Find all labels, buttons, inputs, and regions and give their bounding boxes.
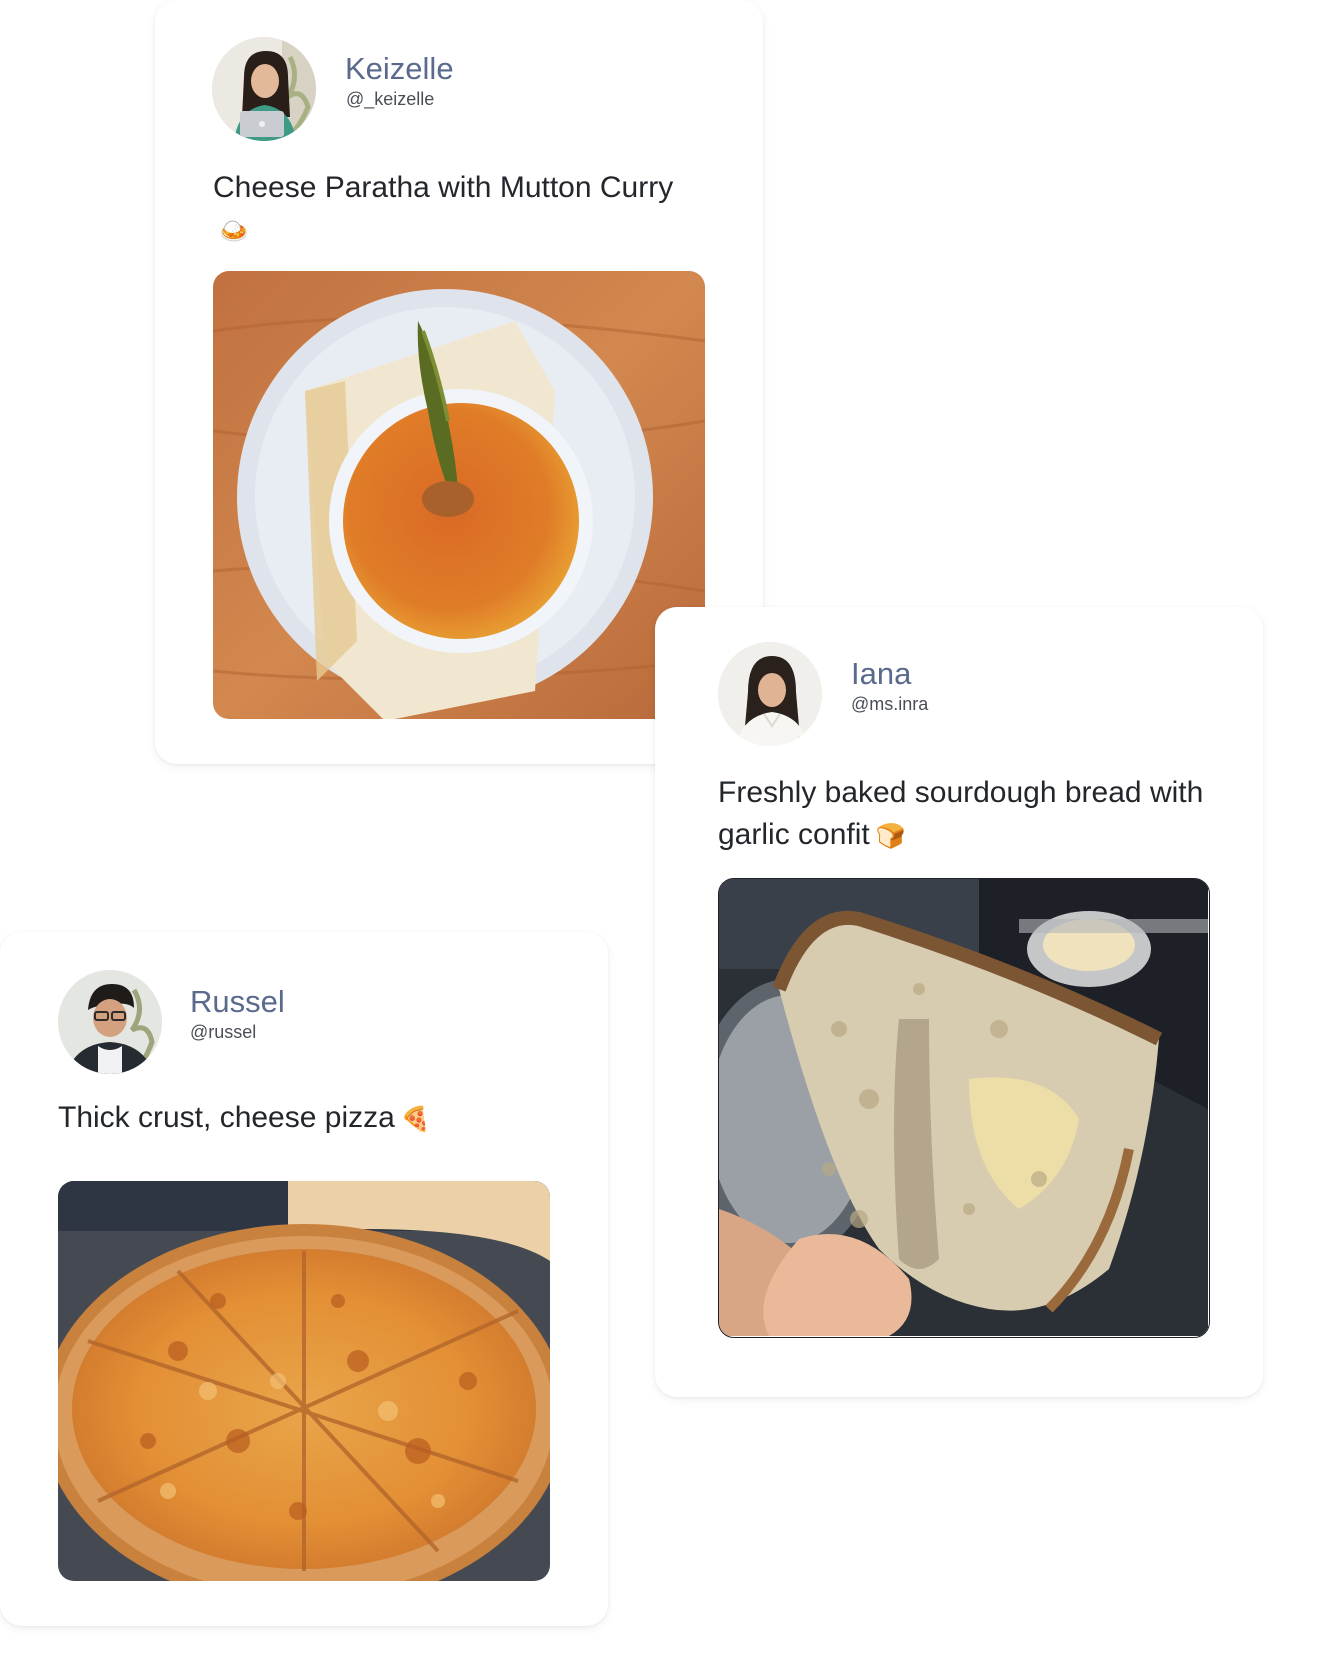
user-name[interactable]: Russel [190,986,285,1017]
post-caption-text: Freshly baked sourdough bread with garli… [718,776,1204,851]
user-handle[interactable]: @russel [190,1023,256,1041]
bread-photo-icon [719,879,1208,1336]
avatar-photo-icon [212,37,316,141]
post-caption: Freshly baked sourdough bread with garli… [718,772,1208,857]
pizza-emoji-icon: 🍕 [400,1105,431,1134]
pizza-photo-icon [58,1181,550,1581]
curry-emoji-icon: 🍛 [219,217,249,246]
post-photo[interactable] [58,1181,550,1581]
user-avatar[interactable] [58,970,162,1074]
post-caption: Cheese Paratha with Mutton Curry 🍛 [213,167,683,252]
user-avatar[interactable] [718,642,822,746]
post-photo[interactable] [718,878,1210,1338]
user-handle[interactable]: @_keizelle [346,90,434,108]
post-caption-text: Thick crust, cheese pizza [58,1101,395,1134]
post-card-russel[interactable]: Russel @russel Thick crust, cheese pizza… [0,932,608,1626]
post-card-iana[interactable]: Iana @ms.inra Freshly baked sourdough br… [655,607,1263,1397]
bread-emoji-icon: 🍞 [875,822,906,851]
post-photo[interactable] [213,271,705,719]
avatar-photo-icon [718,642,822,746]
user-avatar[interactable] [212,37,316,141]
user-name[interactable]: Iana [851,658,911,689]
post-caption-text: Cheese Paratha with Mutton Curry [213,171,674,204]
curry-photo-icon [213,271,705,719]
avatar-photo-icon [58,970,162,1074]
post-caption: Thick crust, cheese pizza 🍕 [58,1097,558,1140]
user-handle[interactable]: @ms.inra [851,695,928,713]
user-name[interactable]: Keizelle [345,53,454,84]
